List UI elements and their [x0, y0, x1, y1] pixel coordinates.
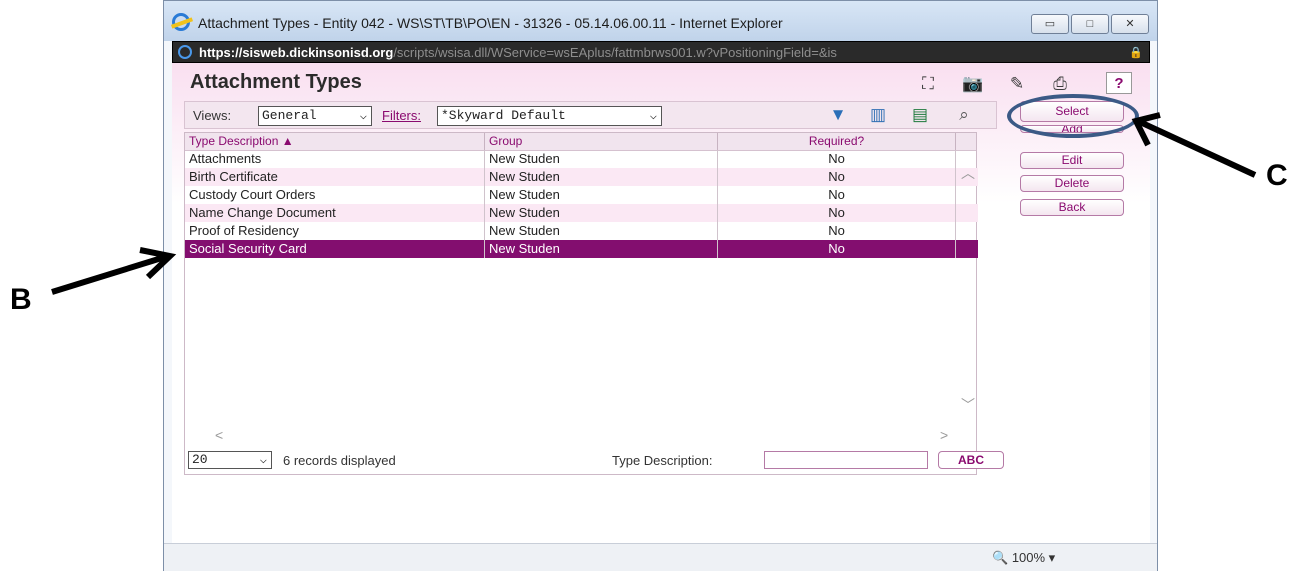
- chevron-down-icon: ⌵: [649, 109, 657, 123]
- notes-icon[interactable]: ✎: [1004, 73, 1030, 95]
- cell-required: No: [718, 186, 956, 204]
- table-row[interactable]: Birth Certificate New Studen No: [185, 168, 978, 186]
- search-label: Type Description:: [612, 453, 713, 468]
- annotation-label-c: C: [1266, 159, 1288, 192]
- filters-select[interactable]: *Skyward Default ⌵: [437, 106, 662, 126]
- zoom-level[interactable]: 🔍 100% ▾: [992, 550, 1055, 566]
- views-label: Views:: [193, 108, 232, 123]
- views-value: General: [262, 108, 317, 123]
- table-row[interactable]: Name Change Document New Studen No: [185, 204, 978, 222]
- page-size-select[interactable]: 20 ⌵: [188, 451, 272, 469]
- print-preview-icon[interactable]: ⌕: [951, 104, 977, 126]
- scroll-left-icon[interactable]: <: [215, 427, 223, 443]
- cell-required: No: [718, 222, 956, 240]
- annotation-circle: [1007, 94, 1139, 138]
- chart-icon[interactable]: ▥: [865, 104, 891, 126]
- cell-type: Attachments: [185, 150, 485, 168]
- table-header: Type Description ▲ Group Required?: [185, 133, 976, 151]
- status-bar: 🔍 100% ▾: [164, 543, 1157, 571]
- cell-type: Custody Court Orders: [185, 186, 485, 204]
- browser-window: Attachment Types - Entity 042 - WS\ST\TB…: [163, 0, 1158, 571]
- page-title: Attachment Types: [190, 71, 362, 93]
- back-button[interactable]: Back: [1020, 199, 1124, 216]
- abc-search-button[interactable]: ABC: [938, 451, 1004, 469]
- map-icon[interactable]: ⛶: [915, 73, 941, 95]
- cell-type: Proof of Residency: [185, 222, 485, 240]
- help-button[interactable]: ?: [1106, 72, 1132, 94]
- views-toolbar: Views: General ⌵ Filters: *Skyward Defaul…: [184, 101, 997, 129]
- table-row-selected[interactable]: Social Security Card New Studen No: [185, 240, 978, 258]
- excel-icon[interactable]: ▤: [907, 104, 933, 126]
- cell-required: No: [718, 168, 956, 186]
- edit-button[interactable]: Edit: [1020, 152, 1124, 169]
- url-path: /scripts/wsisa.dll/WService=wsEAplus/fat…: [393, 45, 837, 60]
- page-size-value: 20: [192, 452, 208, 467]
- data-table: Type Description ▲ Group Required? Attac…: [184, 132, 978, 475]
- close-button[interactable]: ✕: [1111, 14, 1149, 34]
- lock-icon: 🔒: [1129, 47, 1143, 59]
- minimize-button[interactable]: ▭: [1031, 14, 1069, 34]
- filters-link[interactable]: Filters:: [382, 108, 421, 123]
- maximize-button[interactable]: □: [1071, 14, 1109, 34]
- window-title: Attachment Types - Entity 042 - WS\ST\TB…: [198, 15, 783, 31]
- cell-group: New Studen: [485, 150, 718, 168]
- url-prefix: https://sisweb.: [199, 45, 290, 60]
- col-type-description[interactable]: Type Description ▲: [185, 133, 485, 150]
- table-row[interactable]: Custody Court Orders New Studen No: [185, 186, 978, 204]
- scroll-up-icon[interactable]: ︿: [961, 163, 975, 183]
- cell-type: Birth Certificate: [185, 168, 485, 186]
- views-select[interactable]: General ⌵: [258, 106, 372, 126]
- col-group[interactable]: Group: [485, 133, 718, 150]
- cell-group: New Studen: [485, 204, 718, 222]
- cell-group: New Studen: [485, 168, 718, 186]
- filters-value: *Skyward Default: [441, 108, 566, 123]
- ie-logo-icon: [172, 13, 190, 31]
- col-required[interactable]: Required?: [718, 133, 956, 150]
- url-domain: dickinsonisd.org: [289, 45, 394, 60]
- records-count: 6 records displayed: [283, 453, 396, 468]
- title-bar: Attachment Types - Entity 042 - WS\ST\TB…: [164, 1, 1157, 41]
- cell-required: No: [718, 204, 956, 222]
- zoom-value: 100%: [1011, 550, 1046, 565]
- cell-group: New Studen: [485, 186, 718, 204]
- table-row[interactable]: Attachments New Studen No: [185, 150, 978, 168]
- arrow-b-shaft: [51, 254, 166, 295]
- cell-required: No: [718, 240, 956, 258]
- ie-page-icon: [178, 45, 192, 59]
- address-bar[interactable]: https://sisweb.dickinsonisd.org/scripts/…: [172, 41, 1150, 63]
- filter-icon[interactable]: ▼: [825, 104, 851, 126]
- type-description-input[interactable]: [764, 451, 928, 469]
- print-icon[interactable]: ⎙: [1047, 73, 1073, 95]
- chevron-down-icon: ⌵: [359, 109, 367, 123]
- scroll-right-icon[interactable]: >: [940, 427, 948, 443]
- annotation-label-b: B: [10, 283, 32, 316]
- table-footer: 20 ⌵ 6 records displayed Type Description…: [184, 451, 1004, 473]
- cell-group: New Studen: [485, 240, 718, 258]
- cell-required: No: [718, 150, 956, 168]
- app-content: Attachment Types ⛶ 📷 ✎ ⎙ ? Views: Genera…: [172, 63, 1150, 543]
- delete-button[interactable]: Delete: [1020, 175, 1124, 192]
- table-row[interactable]: Proof of Residency New Studen No: [185, 222, 978, 240]
- cell-group: New Studen: [485, 222, 718, 240]
- scroll-down-icon[interactable]: ﹀: [961, 395, 975, 415]
- camera-icon[interactable]: 📷: [960, 73, 986, 95]
- chevron-down-icon: ⌵: [259, 453, 267, 467]
- cell-type: Name Change Document: [185, 204, 485, 222]
- cell-type: Social Security Card: [185, 240, 485, 258]
- url-text[interactable]: https://sisweb.dickinsonisd.org/scripts/…: [199, 45, 1119, 60]
